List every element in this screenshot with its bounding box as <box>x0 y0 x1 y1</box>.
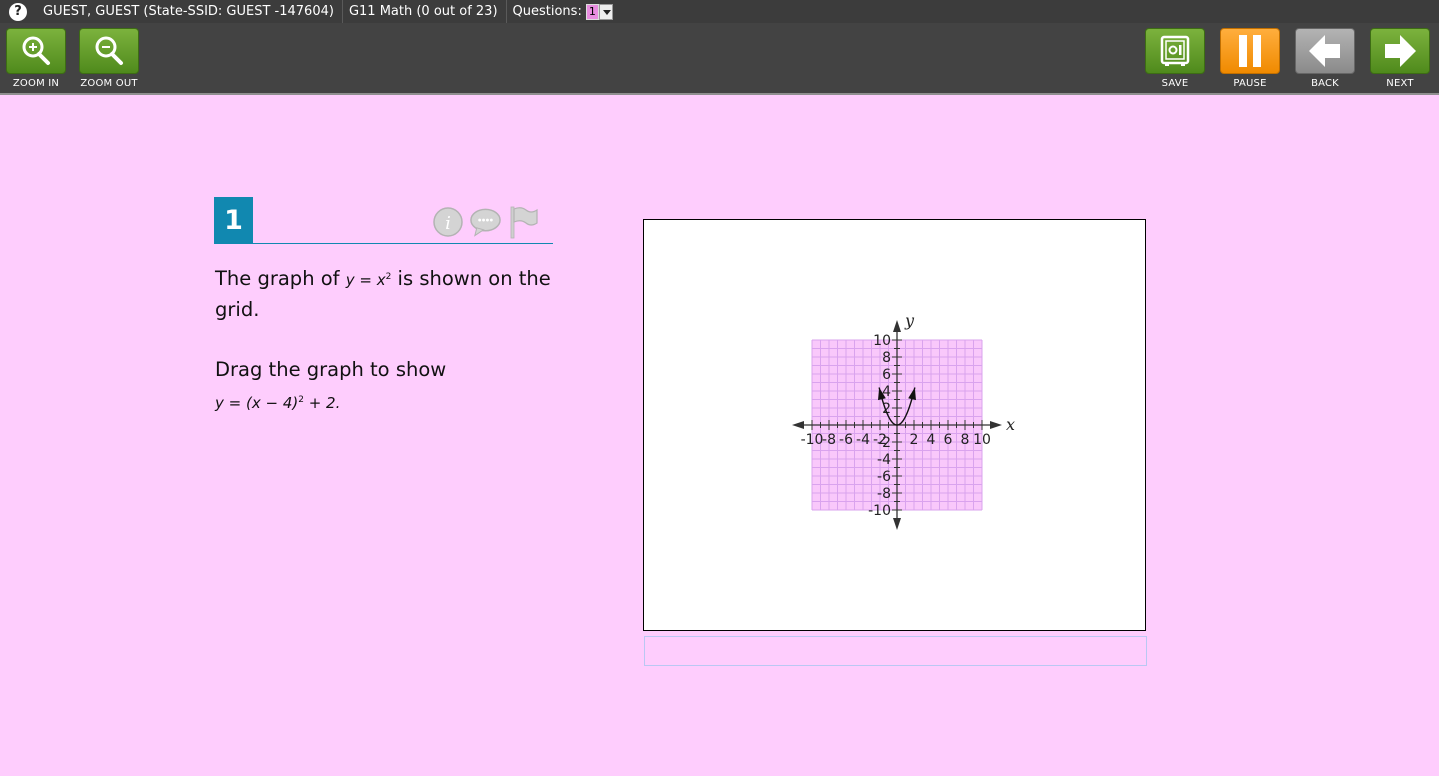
toolbar: ZOOM IN ZOOM OUT SAVE PAUSE BACK NEXT <box>0 23 1439 95</box>
test-progress: G11 Math (0 out of 23) <box>343 0 507 23</box>
graph-panel: -10 -8 -6 -4 -2 2 4 6 8 10 10 8 6 4 2 -2 -4 -6 -8 -10 x y <box>643 219 1146 631</box>
back-label: BACK <box>1311 78 1339 89</box>
info-icon[interactable]: i <box>431 205 464 238</box>
student-name: GUEST, GUEST (State-SSID: GUEST -147604) <box>37 0 343 23</box>
questions-label: Questions: <box>512 4 582 19</box>
x-axis-arrow-left <box>792 421 804 429</box>
stem-math-2-base: y = (x − 4) <box>215 394 299 412</box>
y-tick-label: -10 <box>868 503 891 519</box>
pause-icon[interactable] <box>1220 28 1280 74</box>
stem-paragraph-2: Drag the graph to show y = (x − 4)2 + 2. <box>215 355 555 418</box>
pause-button[interactable]: PAUSE <box>1219 28 1281 89</box>
stem-text-1a: The graph of <box>215 267 346 290</box>
question-number: 1 <box>214 197 253 244</box>
x-tick-label: 6 <box>944 432 953 448</box>
stem-paragraph-1: The graph of y = x2 is shown on the grid… <box>215 262 555 325</box>
zoom-in-label: ZOOM IN <box>12 78 60 89</box>
x-axis-label: x <box>1006 415 1015 434</box>
y-tick-label: 8 <box>882 350 891 366</box>
y-tick-label: 6 <box>882 367 891 383</box>
flag-icon[interactable] <box>507 205 540 238</box>
info-bar: ? GUEST, GUEST (State-SSID: GUEST -14760… <box>0 0 1439 23</box>
question-stem: The graph of y = x2 is shown on the grid… <box>215 262 555 418</box>
svg-text:i: i <box>445 213 451 234</box>
back-button[interactable]: BACK <box>1294 28 1356 89</box>
zoom-out-label: ZOOM OUT <box>80 78 138 89</box>
zoom-out-icon[interactable] <box>79 28 139 74</box>
y-axis-arrow-up <box>893 320 901 332</box>
question-select-value: 1 <box>585 3 599 20</box>
pause-label: PAUSE <box>1233 78 1267 89</box>
safe-icon[interactable] <box>1145 28 1205 74</box>
next-label: NEXT <box>1386 78 1414 89</box>
y-tick-label: -6 <box>877 469 891 485</box>
x-tick-label: -8 <box>822 432 836 448</box>
question-select[interactable]: 1 <box>585 3 613 20</box>
answer-area <box>644 636 1147 666</box>
help-icon[interactable]: ? <box>9 2 27 21</box>
arrow-left-icon[interactable] <box>1295 28 1355 74</box>
zoom-in-button[interactable]: ZOOM IN <box>5 28 67 89</box>
chevron-down-icon[interactable] <box>598 3 613 20</box>
zoom-in-icon[interactable] <box>6 28 66 74</box>
arrow-right-icon[interactable] <box>1370 28 1430 74</box>
x-tick-label: 10 <box>973 432 991 448</box>
stem-math-1: y = x2 <box>346 271 392 289</box>
x-tick-label: 8 <box>961 432 970 448</box>
y-axis-arrow-down <box>893 518 901 530</box>
y-axis-label: y <box>904 311 915 330</box>
save-button[interactable]: SAVE <box>1144 28 1206 89</box>
x-tick-label: -6 <box>839 432 853 448</box>
questions-selector-group: Questions: 1 <box>507 0 621 23</box>
y-tick-label: -4 <box>877 452 891 468</box>
save-label: SAVE <box>1161 78 1189 89</box>
y-tick-label: -2 <box>877 435 891 451</box>
stem-math-1-base: y = x <box>345 271 386 289</box>
question-tools: i <box>431 205 540 238</box>
x-tick-label: -4 <box>856 432 870 448</box>
x-tick-label: 2 <box>910 432 919 448</box>
zoom-out-button[interactable]: ZOOM OUT <box>78 28 140 89</box>
stem-math-2-tail: + 2. <box>303 394 341 412</box>
coordinate-grid[interactable]: -10-8 -6 -4 -2 2 4 6 8 10108642-2-4-6-8-10xy <box>644 220 1147 632</box>
next-button[interactable]: NEXT <box>1369 28 1431 89</box>
stem-math-2: y = (x − 4)2 + 2. <box>215 394 340 412</box>
y-tick-label: -8 <box>877 486 891 502</box>
stem-text-2: Drag the graph to show <box>215 358 447 381</box>
y-tick-label: 10 <box>873 333 891 349</box>
x-axis-arrow-right <box>990 421 1002 429</box>
comment-icon[interactable] <box>469 205 502 238</box>
question-header-divider <box>253 243 553 244</box>
x-tick-label: 4 <box>927 432 936 448</box>
x-tick-label: -10 <box>801 432 824 448</box>
